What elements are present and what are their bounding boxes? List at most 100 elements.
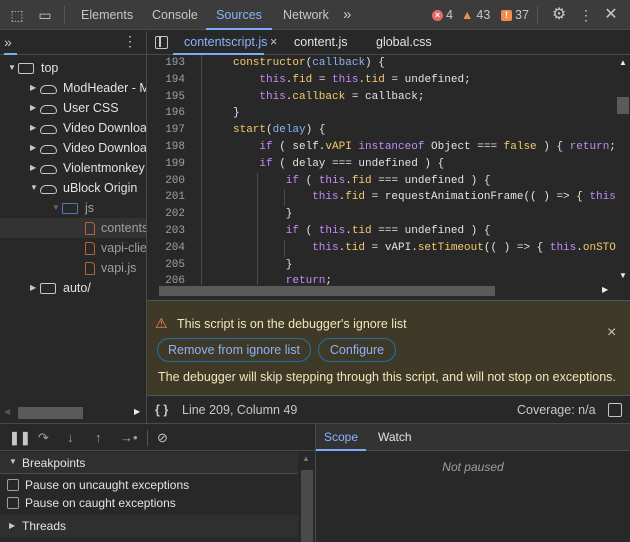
- step-icon[interactable]: →•: [120, 430, 138, 445]
- line-number[interactable]: 205: [147, 257, 185, 274]
- file-tab-contentscript[interactable]: contentscript.js: [173, 31, 267, 55]
- sidebar-scrollbar[interactable]: ▲: [299, 452, 315, 542]
- frame-icon: [40, 283, 56, 294]
- file-tab-global-css[interactable]: global.css: [376, 31, 432, 55]
- code-text: return;: [286, 273, 332, 285]
- toggle-navigator-icon[interactable]: [155, 36, 168, 49]
- line-number[interactable]: 204: [147, 240, 185, 257]
- tree-item-label: auto/: [63, 281, 91, 295]
- editor-horizontal-scrollbar[interactable]: ▶: [147, 285, 630, 297]
- collapsed-triangle-icon[interactable]: ▶: [30, 158, 36, 178]
- line-number[interactable]: 200: [147, 173, 185, 190]
- tree-item[interactable]: ▼ top: [0, 58, 146, 78]
- code-text: start(delay) {: [233, 122, 325, 139]
- step-over-icon[interactable]: ↷: [38, 430, 49, 446]
- line-number[interactable]: 201: [147, 189, 185, 206]
- tree-item[interactable]: ▶ User CSS: [0, 98, 146, 118]
- navigator-menu-icon[interactable]: ⋮: [123, 33, 137, 50]
- tab-scope[interactable]: Scope: [316, 424, 366, 451]
- step-out-icon[interactable]: ↑: [95, 430, 102, 445]
- tree-item[interactable]: ▶ Video Downloader: [0, 118, 146, 138]
- collapsed-triangle-icon[interactable]: ▶: [30, 98, 36, 118]
- line-number[interactable]: 195: [147, 89, 185, 106]
- navigator-more-button[interactable]: »: [4, 31, 17, 55]
- line-number[interactable]: 202: [147, 206, 185, 223]
- tree-item[interactable]: ▼ js: [0, 198, 146, 218]
- line-number[interactable]: 193: [147, 55, 185, 72]
- issue-count[interactable]: ! 37: [501, 8, 529, 22]
- file-tab-content[interactable]: content.js: [294, 31, 348, 55]
- tree-item[interactable]: ▶ auto/: [0, 278, 146, 298]
- tree-item-label: uBlock Origin: [63, 181, 138, 195]
- expanded-triangle-icon[interactable]: ▼: [52, 198, 60, 218]
- line-number[interactable]: 203: [147, 223, 185, 240]
- code-token: this: [332, 73, 359, 86]
- tab-console[interactable]: Console: [152, 0, 198, 30]
- tab-sources[interactable]: Sources: [206, 0, 272, 30]
- tree-item[interactable]: contentscript.js: [0, 218, 146, 238]
- scope-watch-tabs: Scope Watch: [316, 424, 630, 451]
- tab-watch[interactable]: Watch: [378, 424, 412, 450]
- deactivate-breakpoints-icon[interactable]: ⊘: [157, 430, 168, 446]
- tree-item[interactable]: vapi.js: [0, 258, 146, 278]
- close-tab-icon[interactable]: ×: [270, 31, 277, 55]
- inspect-element-icon[interactable]: ⬚: [8, 6, 26, 24]
- code-token: callback: [292, 90, 346, 103]
- remove-from-ignore-list-button[interactable]: Remove from ignore list: [157, 338, 311, 362]
- pause-caught-checkbox[interactable]: [7, 497, 19, 509]
- pause-icon[interactable]: ❚❚: [9, 430, 31, 446]
- collapsed-triangle-icon[interactable]: ▶: [30, 138, 36, 158]
- code-token: vAPI: [325, 141, 352, 153]
- code-token: this: [318, 225, 346, 237]
- expanded-triangle-icon[interactable]: ▼: [8, 58, 16, 78]
- tree-item[interactable]: ▶ ModHeader - Modify HTTP headers: [0, 78, 146, 98]
- collapsed-triangle-icon[interactable]: ▶: [30, 78, 36, 98]
- step-into-icon[interactable]: ↓: [67, 430, 74, 445]
- scrollbar-thumb[interactable]: [159, 286, 495, 296]
- pause-uncaught-checkbox[interactable]: [7, 479, 19, 491]
- code-line: 201 this.fid = requestAnimationFrame(( ) …: [147, 189, 617, 207]
- settings-gear-icon[interactable]: ⚙: [550, 6, 568, 24]
- configure-button[interactable]: Configure: [318, 338, 396, 362]
- tree-item[interactable]: ▶ Violentmonkey: [0, 158, 146, 178]
- line-number[interactable]: 197: [147, 122, 185, 139]
- code-token: false: [503, 141, 537, 153]
- collapsed-triangle-icon[interactable]: ▶: [30, 118, 36, 138]
- tree-item[interactable]: vapi-client.js: [0, 238, 146, 258]
- line-number[interactable]: 199: [147, 156, 185, 173]
- code-text: this.fid = this.tid = undefined;: [259, 72, 470, 89]
- error-count[interactable]: × 4: [432, 8, 453, 22]
- tab-network[interactable]: Network: [283, 0, 329, 30]
- code-line: 199 if ( delay === undefined ) {: [147, 156, 617, 173]
- close-devtools-icon[interactable]: ✕: [602, 6, 620, 24]
- scrollbar-thumb[interactable]: [18, 407, 83, 419]
- threads-header[interactable]: ▶ Threads: [0, 515, 298, 537]
- code-text: }: [286, 206, 293, 223]
- warning-count[interactable]: ▲ 43: [461, 8, 490, 22]
- line-number[interactable]: 206: [147, 273, 185, 285]
- toggle-debugger-sidebar-icon[interactable]: [608, 403, 622, 417]
- navigator-horizontal-scrollbar[interactable]: ◀ ▶: [0, 405, 146, 421]
- editor-vertical-scrollbar[interactable]: ▲ ▼: [616, 55, 630, 285]
- collapsed-triangle-icon[interactable]: ▶: [30, 278, 36, 298]
- line-number[interactable]: 198: [147, 139, 185, 156]
- line-number[interactable]: 194: [147, 72, 185, 89]
- threads-title: Threads: [22, 519, 67, 533]
- scrollbar-thumb[interactable]: [617, 97, 629, 114]
- expanded-triangle-icon[interactable]: ▼: [30, 178, 38, 198]
- device-toolbar-icon[interactable]: ▭: [36, 6, 54, 24]
- tab-elements[interactable]: Elements: [81, 0, 133, 30]
- code-token: delay: [272, 124, 306, 137]
- pretty-print-icon[interactable]: { }: [155, 397, 168, 423]
- infobar-detail: The debugger will skip stepping through …: [158, 370, 616, 384]
- more-options-icon[interactable]: ⋮: [577, 6, 595, 24]
- breakpoints-header[interactable]: ▼ Breakpoints: [0, 452, 298, 474]
- code-token: onSTO: [582, 241, 616, 254]
- code-text: if ( delay === undefined ) {: [259, 156, 444, 173]
- more-tabs-button[interactable]: »: [343, 0, 351, 30]
- tree-item[interactable]: ▼ uBlock Origin: [0, 178, 146, 198]
- code-editor[interactable]: 193 constructor(callback) {194 this.fid = …: [147, 55, 617, 285]
- line-number[interactable]: 196: [147, 105, 185, 122]
- close-infobar-icon[interactable]: ×: [607, 324, 616, 342]
- tree-item[interactable]: ▶ Video Downloader: [0, 138, 146, 158]
